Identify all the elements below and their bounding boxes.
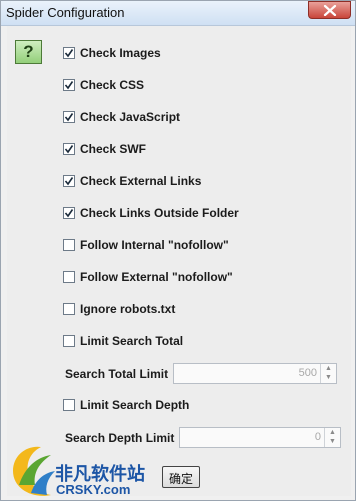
checkbox[interactable] — [63, 335, 75, 347]
option-check-images[interactable]: Check Images — [63, 44, 161, 62]
option-ignore-robots[interactable]: Ignore robots.txt — [63, 300, 175, 318]
spinner-up-icon[interactable]: ▲ — [325, 428, 340, 437]
checkbox[interactable] — [63, 47, 75, 59]
option-check-javascript[interactable]: Check JavaScript — [63, 108, 180, 126]
option-label: Check CSS — [80, 78, 145, 92]
title-bar: Spider Configuration — [1, 1, 355, 26]
option-label: Check External Links — [80, 174, 202, 188]
configuration-panel: ? Check Images Check CSS Check JavaScrip… — [7, 26, 351, 496]
checkbox[interactable] — [63, 207, 75, 219]
checkbox[interactable] — [63, 79, 75, 91]
spinner-arrows[interactable]: ▲ ▼ — [320, 364, 336, 383]
spinner-down-icon[interactable]: ▼ — [321, 373, 336, 382]
option-limit-search-depth[interactable]: Limit Search Depth — [63, 396, 189, 414]
close-icon — [323, 5, 337, 16]
ok-button[interactable]: 确定 — [162, 466, 200, 488]
spinner-value: 0 — [314, 431, 321, 443]
spinner-arrows[interactable]: ▲ ▼ — [324, 428, 340, 447]
checkbox[interactable] — [63, 239, 75, 251]
checkbox[interactable] — [63, 175, 75, 187]
option-label: Check SWF — [80, 142, 147, 156]
watermark-text-en: CRSKY.com — [56, 482, 131, 497]
option-limit-search-total[interactable]: Limit Search Total — [63, 332, 183, 350]
checkbox[interactable] — [63, 271, 75, 283]
spinner-up-icon[interactable]: ▲ — [321, 364, 336, 373]
option-label: Check Images — [80, 46, 161, 60]
close-button[interactable] — [308, 1, 351, 19]
option-label: Ignore robots.txt — [80, 302, 176, 316]
window-title: Spider Configuration — [6, 5, 125, 20]
checkbox[interactable] — [63, 399, 75, 411]
checkbox[interactable] — [63, 111, 75, 123]
checkbox[interactable] — [63, 143, 75, 155]
spinner-value: 500 — [298, 367, 317, 379]
option-label: Limit Search Total — [80, 334, 184, 348]
search-total-limit-label: Search Total Limit — [65, 367, 169, 381]
spinner-down-icon[interactable]: ▼ — [325, 437, 340, 446]
option-label: Limit Search Depth — [80, 398, 190, 412]
option-follow-internal-nofollow[interactable]: Follow Internal "nofollow" — [63, 236, 229, 254]
option-follow-external-nofollow[interactable]: Follow External "nofollow" — [63, 268, 233, 286]
option-check-swf[interactable]: Check SWF — [63, 140, 146, 158]
option-label: Follow Internal "nofollow" — [80, 238, 229, 252]
option-label: Check JavaScript — [80, 110, 181, 124]
option-label: Follow External "nofollow" — [80, 270, 233, 284]
search-depth-limit-spinner[interactable]: 0 ▲ ▼ — [179, 427, 341, 448]
spider-configuration-window: Spider Configuration ? Check Images Chec… — [0, 0, 356, 501]
option-check-links-outside-folder[interactable]: Check Links Outside Folder — [63, 204, 239, 222]
option-check-css[interactable]: Check CSS — [63, 76, 144, 94]
checkbox[interactable] — [63, 303, 75, 315]
help-icon[interactable]: ? — [15, 40, 42, 64]
search-total-limit-spinner[interactable]: 500 ▲ ▼ — [173, 363, 337, 384]
option-label: Check Links Outside Folder — [80, 206, 239, 220]
option-check-external-links[interactable]: Check External Links — [63, 172, 201, 190]
